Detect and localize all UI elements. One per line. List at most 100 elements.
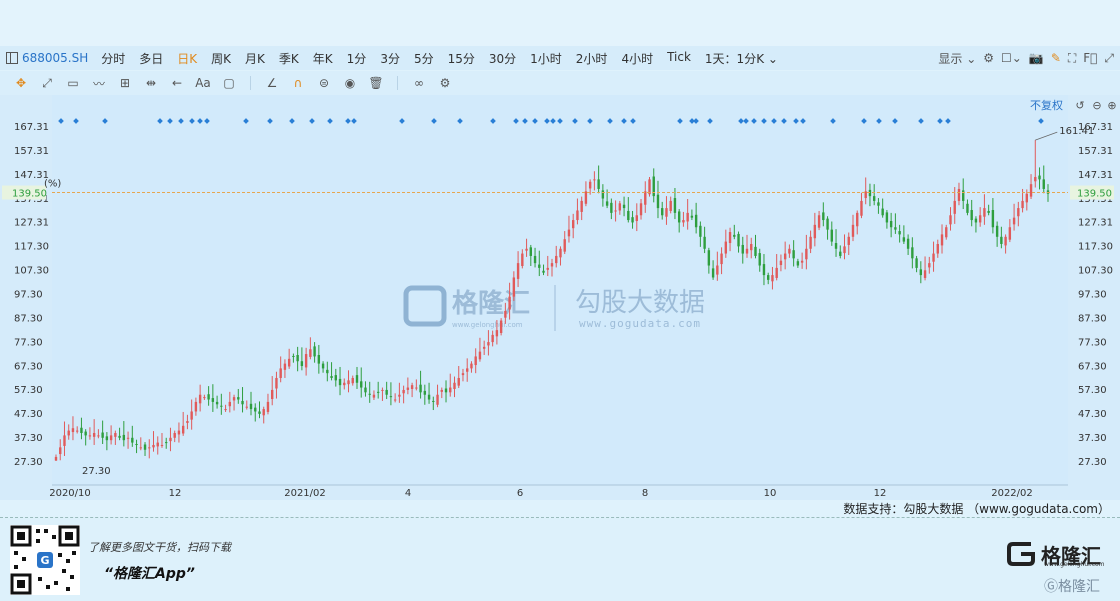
trash-icon[interactable]: 🗑: [365, 74, 387, 92]
candle-body: [584, 191, 588, 204]
text-tool-icon[interactable]: Aa: [192, 74, 214, 92]
candle-body: [834, 243, 838, 249]
candle-body: [152, 444, 155, 448]
candle-body: [330, 376, 333, 378]
expand-icon[interactable]: ⤢: [1104, 51, 1114, 66]
candle-body: [546, 267, 549, 270]
candle-body: [928, 263, 931, 268]
compare-icon[interactable]: ∞: [408, 74, 430, 92]
tab-7[interactable]: 1分: [340, 50, 374, 67]
candle-body: [525, 248, 528, 251]
candle-body: [839, 251, 842, 256]
candle-body: [639, 203, 643, 216]
y-tick-label-right: 77.30: [1078, 337, 1107, 348]
camera-icon[interactable]: 📷: [1029, 51, 1044, 65]
tab-8[interactable]: 3分: [373, 50, 407, 67]
tab-9[interactable]: 5分: [407, 50, 441, 67]
tab-12[interactable]: 1小时: [523, 50, 569, 67]
candle-body: [105, 436, 109, 441]
sidebar-toggle-icon[interactable]: [6, 52, 18, 64]
measure-tool-icon[interactable]: ⊞: [114, 74, 136, 92]
candle-body: [826, 218, 829, 230]
candle-body: [856, 212, 859, 227]
candle-body: [427, 394, 431, 400]
tab-13[interactable]: 2小时: [569, 50, 615, 67]
tab-14[interactable]: 4小时: [614, 50, 660, 67]
candle-body: [915, 258, 918, 268]
candle-body: [597, 179, 600, 189]
candle-body: [487, 342, 490, 346]
crosshair-icon[interactable]: ✥: [10, 74, 32, 92]
y-tick-label-right: 57.30: [1078, 385, 1107, 396]
candle-body: [580, 200, 583, 212]
rect-tool-icon[interactable]: ▭: [62, 74, 84, 92]
candle-body: [97, 435, 100, 437]
no-adjust-toggle[interactable]: 不复权: [1030, 98, 1063, 112]
y-tick-label-right: 97.30: [1078, 290, 1107, 301]
comment-tool-icon[interactable]: ▢: [218, 74, 240, 92]
candle-body: [453, 382, 456, 389]
arrow-tool-icon[interactable]: ←: [166, 74, 188, 92]
tab-1[interactable]: 多日: [132, 50, 170, 67]
line-tool-icon[interactable]: ⤢: [36, 74, 58, 92]
candle-body: [550, 263, 554, 267]
y-tick-label-left: 167.31: [14, 122, 49, 133]
candle-body: [661, 208, 664, 216]
display-dropdown[interactable]: 显示 ⌄: [938, 50, 976, 67]
candle-body: [898, 231, 901, 235]
candle-body: [881, 208, 884, 216]
tab-15[interactable]: Tick: [660, 50, 698, 67]
angle-tool-icon[interactable]: ∠: [261, 74, 283, 92]
tab-2[interactable]: 日K: [170, 50, 204, 67]
candle-body: [309, 349, 312, 357]
candle-body: [796, 261, 800, 266]
y-tick-label-left: 107.30: [14, 266, 49, 277]
tab-4[interactable]: 月K: [238, 50, 272, 67]
candle-body: [287, 358, 291, 367]
candle-body: [707, 250, 711, 266]
kline-chart[interactable]: 167.31167.31157.31157.31147.31147.31137.…: [0, 95, 1120, 500]
eye-icon[interactable]: ◉: [339, 74, 361, 92]
candle-body: [754, 246, 757, 256]
candle-body: [733, 234, 736, 237]
drawing-toolbar: ✥ ⤢ ▭ 〰 ⊞ ⇹ ← Aa ▢ ∠ ∩ ⊜ ◉ 🗑 ∞ ⚙: [0, 71, 1120, 95]
candle-body: [334, 375, 337, 381]
gear-icon[interactable]: ⚙: [983, 51, 994, 65]
zoom-out-icon[interactable]: ⊖: [1092, 99, 1101, 112]
candle-body: [440, 389, 443, 392]
reset-icon[interactable]: ↺: [1075, 99, 1084, 112]
tab-5[interactable]: 季K: [272, 50, 306, 67]
candle-body: [762, 264, 766, 276]
range-tool-icon[interactable]: ⇹: [140, 74, 162, 92]
tab-10[interactable]: 15分: [441, 50, 482, 67]
percent-label: (%): [44, 179, 61, 190]
candle-body: [444, 388, 448, 393]
chart-area[interactable]: 167.31167.31157.31157.31147.31147.31137.…: [0, 95, 1120, 500]
tab-6[interactable]: 年K: [306, 50, 340, 67]
candle-body: [351, 377, 354, 384]
wave-tool-icon[interactable]: 〰: [88, 74, 110, 92]
candle-body: [504, 310, 507, 318]
candle-body: [432, 400, 435, 402]
candle-body: [406, 387, 410, 390]
tab-3[interactable]: 周K: [204, 50, 238, 67]
tab-16[interactable]: 1天：1分K ⌄: [698, 50, 785, 67]
tab-11[interactable]: 30分: [482, 50, 523, 67]
layout-icon[interactable]: ☐⌄: [1001, 51, 1022, 65]
magnet-icon[interactable]: ∩: [287, 74, 309, 92]
candle-body: [283, 363, 287, 370]
lock-icon[interactable]: ⊜: [313, 74, 335, 92]
pencil-icon[interactable]: ✎: [1051, 51, 1061, 65]
fullscreen-icon[interactable]: ⛶: [1068, 51, 1076, 66]
top-band: [0, 0, 1120, 46]
candle-body: [160, 444, 164, 446]
candle-body: [75, 430, 79, 432]
tab-0[interactable]: 分时: [94, 50, 132, 67]
zoom-in-icon[interactable]: ⊕: [1107, 99, 1116, 112]
fq-icon[interactable]: F⃞: [1083, 51, 1097, 65]
stock-symbol[interactable]: 688005.SH: [18, 51, 94, 65]
settings-icon[interactable]: ⚙: [434, 74, 456, 92]
candle-body: [300, 361, 304, 367]
candle-body: [945, 227, 948, 238]
brand-g-icon: [1007, 542, 1035, 566]
